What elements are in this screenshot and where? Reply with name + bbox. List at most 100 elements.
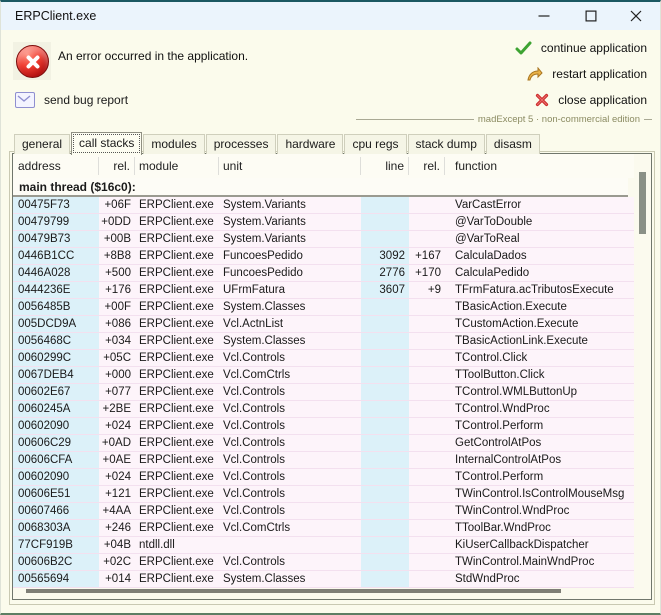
- table-row[interactable]: 0056485B +00F ERPClient.exe System.Class…: [13, 299, 634, 316]
- cell-function: CalculaDados: [445, 248, 634, 264]
- cell-line: [361, 384, 409, 400]
- tab-call-stacks[interactable]: call stacks: [71, 132, 142, 155]
- cell-line: [361, 299, 409, 315]
- cell-rel: +00B: [99, 231, 135, 247]
- close-application-button[interactable]: close application: [535, 93, 647, 107]
- cell-address: 0068303A: [13, 520, 99, 536]
- vertical-scrollbar-thumb[interactable]: [639, 172, 646, 234]
- minimize-button[interactable]: [531, 2, 557, 30]
- column-header-module[interactable]: module: [135, 157, 219, 175]
- cell-rel: +0DD: [99, 214, 135, 230]
- tab-stack-dump[interactable]: stack dump: [408, 134, 485, 154]
- cell-address: 00606E51: [13, 486, 99, 502]
- cell-function: TControl.Click: [445, 350, 634, 366]
- table-row[interactable]: 00607466 +4AA ERPClient.exe Vcl.Controls…: [13, 503, 634, 520]
- tab-cpu-regs[interactable]: cpu regs: [344, 134, 406, 154]
- table-row[interactable]: 00602090 +024 ERPClient.exe Vcl.Controls…: [13, 469, 634, 486]
- cell-function: @VarToReal: [445, 231, 634, 247]
- table-row[interactable]: 00565694 +014 ERPClient.exe System.Class…: [13, 571, 634, 588]
- cell-line-rel: [409, 401, 445, 417]
- tab-disasm[interactable]: disasm: [486, 134, 540, 154]
- cell-unit: Vcl.Controls: [219, 554, 361, 570]
- column-header-address[interactable]: address: [13, 157, 99, 175]
- cell-rel: +176: [99, 282, 135, 298]
- table-row[interactable]: 00606B2C +02C ERPClient.exe Vcl.Controls…: [13, 554, 634, 571]
- close-icon: [631, 11, 642, 22]
- tab-general[interactable]: general: [14, 134, 70, 154]
- cell-line: [361, 435, 409, 451]
- column-header-rel2[interactable]: rel.: [409, 157, 445, 175]
- cell-module: ERPClient.exe: [135, 350, 219, 366]
- cell-rel: +500: [99, 265, 135, 281]
- cell-module: ERPClient.exe: [135, 520, 219, 536]
- cell-line: [361, 520, 409, 536]
- table-row[interactable]: 00606C29 +0AD ERPClient.exe Vcl.Controls…: [13, 435, 634, 452]
- cell-module: ERPClient.exe: [135, 401, 219, 417]
- cell-line-rel: [409, 350, 445, 366]
- table-row[interactable]: 0067DEB4 +000 ERPClient.exe Vcl.ComCtrls…: [13, 367, 634, 384]
- cell-unit: UFrmFatura: [219, 282, 361, 298]
- cell-unit: Vcl.Controls: [219, 401, 361, 417]
- cell-line: [361, 554, 409, 570]
- cell-address: 0444236E: [13, 282, 99, 298]
- cell-address: 0056485B: [13, 299, 99, 315]
- cell-address: 00607466: [13, 503, 99, 519]
- column-header-unit[interactable]: unit: [219, 157, 361, 175]
- column-header-line[interactable]: line: [361, 157, 409, 175]
- tab-processes[interactable]: processes: [206, 134, 277, 154]
- column-header-rel[interactable]: rel.: [99, 157, 135, 175]
- restart-application-button[interactable]: restart application: [527, 67, 647, 81]
- table-row[interactable]: 0060299C +05C ERPClient.exe Vcl.Controls…: [13, 350, 634, 367]
- cell-line: [361, 231, 409, 247]
- cell-line-rel: [409, 554, 445, 570]
- cell-function: KiUserCallbackDispatcher: [445, 537, 634, 553]
- cell-line-rel: [409, 452, 445, 468]
- cell-function: StdWndProc: [445, 571, 634, 587]
- cell-function: TCustomAction.Execute: [445, 316, 634, 332]
- cell-line: [361, 418, 409, 434]
- cell-function: TToolBar.WndProc: [445, 520, 634, 536]
- divider-line: [356, 119, 474, 120]
- cell-unit: System.Classes: [219, 571, 361, 587]
- cell-rel: +04B: [99, 537, 135, 553]
- close-application-label: close application: [558, 93, 647, 107]
- cell-unit: Vcl.Controls: [219, 384, 361, 400]
- column-header-function[interactable]: function: [445, 157, 634, 175]
- tab-hardware[interactable]: hardware: [277, 134, 343, 154]
- cell-function: GetControlAtPos: [445, 435, 634, 451]
- table-row[interactable]: 0446A028 +500 ERPClient.exe FuncoesPedid…: [13, 265, 634, 282]
- maximize-button[interactable]: [578, 2, 604, 30]
- cell-module: ERPClient.exe: [135, 231, 219, 247]
- cell-module: ERPClient.exe: [135, 282, 219, 298]
- cell-function: TControl.Perform: [445, 418, 634, 434]
- cell-line-rel: [409, 316, 445, 332]
- title-bar[interactable]: ERPClient.exe: [1, 2, 660, 30]
- cell-line: [361, 214, 409, 230]
- table-row[interactable]: 77CF919B +04B ntdll.dll KiUserCallbackDi…: [13, 537, 634, 554]
- cell-module: ERPClient.exe: [135, 503, 219, 519]
- cell-unit: System.Variants: [219, 214, 361, 230]
- table-row[interactable]: 00606E51 +121 ERPClient.exe Vcl.Controls…: [13, 486, 634, 503]
- send-bug-report-button[interactable]: send bug report: [15, 92, 128, 108]
- table-row[interactable]: 0446B1CC +8B8 ERPClient.exe FuncoesPedid…: [13, 248, 634, 265]
- cell-module: ERPClient.exe: [135, 248, 219, 264]
- cell-unit: Vcl.ComCtrls: [219, 520, 361, 536]
- cell-line-rel: [409, 333, 445, 349]
- table-row[interactable]: 00602E67 +077 ERPClient.exe Vcl.Controls…: [13, 384, 634, 401]
- table-row[interactable]: 0060245A +2BE ERPClient.exe Vcl.Controls…: [13, 401, 634, 418]
- table-row[interactable]: 005DCD9A +086 ERPClient.exe Vcl.ActnList…: [13, 316, 634, 333]
- tab-modules[interactable]: modules: [143, 134, 204, 154]
- table-row[interactable]: 00475F73 +06F ERPClient.exe System.Varia…: [13, 197, 634, 214]
- table-row[interactable]: 00479B73 +00B ERPClient.exe System.Varia…: [13, 231, 634, 248]
- table-row[interactable]: 00606CFA +0AE ERPClient.exe Vcl.Controls…: [13, 452, 634, 469]
- cell-function: TWinControl.WndProc: [445, 503, 634, 519]
- table-row[interactable]: 00602090 +024 ERPClient.exe Vcl.Controls…: [13, 418, 634, 435]
- table-row[interactable]: 0056468C +034 ERPClient.exe System.Class…: [13, 333, 634, 350]
- window-close-button[interactable]: [623, 2, 649, 30]
- table-row[interactable]: 0444236E +176 ERPClient.exe UFrmFatura 3…: [13, 282, 634, 299]
- cell-module: ERPClient.exe: [135, 486, 219, 502]
- continue-application-button[interactable]: continue application: [515, 41, 647, 55]
- cell-line: [361, 452, 409, 468]
- table-row[interactable]: 0068303A +246 ERPClient.exe Vcl.ComCtrls…: [13, 520, 634, 537]
- table-row[interactable]: 00479799 +0DD ERPClient.exe System.Varia…: [13, 214, 634, 231]
